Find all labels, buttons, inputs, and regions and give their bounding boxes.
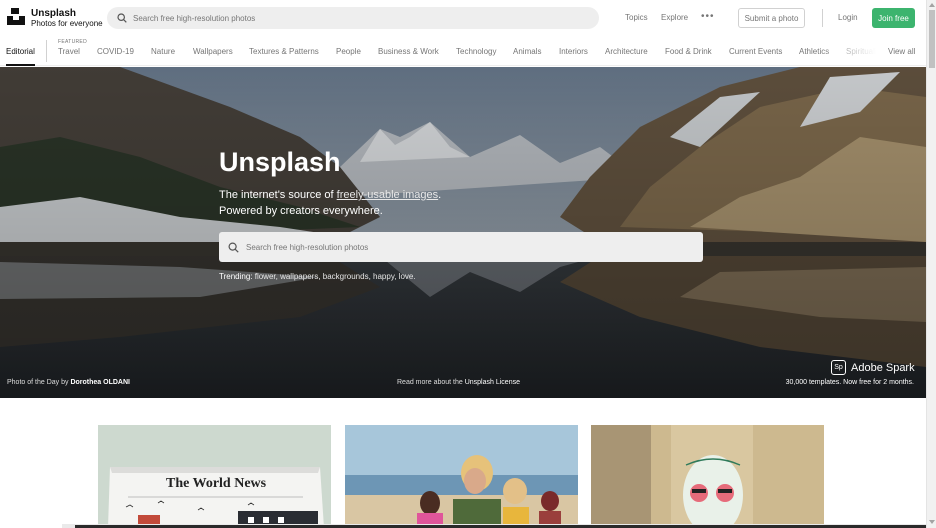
brand[interactable]: Unsplash Photos for everyone — [31, 8, 103, 29]
tab-interiors[interactable]: Interiors — [559, 47, 588, 56]
hero-title: Unsplash — [219, 147, 341, 177]
trending-searches: Trending: flower, wallpapers, background… — [219, 272, 416, 281]
newspaper-headline: The World News — [166, 476, 267, 491]
scroll-down-arrow-icon[interactable] — [929, 520, 935, 524]
tab-people[interactable]: People — [336, 47, 361, 56]
vertical-scrollbar[interactable] — [926, 0, 936, 528]
tab-textures-patterns[interactable]: Textures & Patterns — [249, 47, 319, 56]
active-tab-indicator — [6, 64, 35, 66]
adobe-spark-ad[interactable]: Sp Adobe Spark — [831, 360, 915, 375]
tab-travel[interactable]: Travel — [58, 47, 80, 56]
tab-business-work[interactable]: Business & Work — [378, 47, 439, 56]
hero-search-bar[interactable] — [219, 232, 703, 262]
license-notice: Read more about the Unsplash License — [397, 379, 520, 386]
unsplash-license-link[interactable]: Unsplash License — [465, 379, 520, 386]
search-icon — [117, 13, 127, 23]
submit-photo-button[interactable]: Submit a photo — [738, 8, 805, 28]
scroll-thumb[interactable] — [929, 10, 935, 68]
login-link[interactable]: Login — [838, 13, 858, 22]
photo-card-people[interactable] — [345, 425, 578, 528]
tab-food-drink[interactable]: Food & Drink — [665, 47, 712, 56]
header-search-input[interactable] — [133, 13, 533, 23]
bottom-bar — [0, 524, 926, 528]
join-free-button[interactable]: Join free — [872, 8, 915, 28]
brand-name: Unsplash — [31, 8, 77, 19]
nav-topics[interactable]: Topics — [625, 13, 648, 22]
hero-subtitle-line2: Powered by creators everywhere. — [219, 205, 383, 217]
hero-banner: Unsplash The internet's source of freely… — [0, 67, 926, 398]
tab-wallpapers[interactable]: Wallpapers — [193, 47, 233, 56]
tab-separator — [46, 40, 47, 62]
nav-explore[interactable]: Explore — [661, 13, 688, 22]
scroll-up-arrow-icon[interactable] — [929, 3, 935, 7]
header-search-bar[interactable] — [107, 7, 599, 29]
credit-by: by — [61, 379, 69, 386]
category-tabs: Editorial FEATURED Travel COVID-19 Natur… — [0, 36, 926, 66]
people-photo — [345, 425, 578, 528]
tab-editorial[interactable]: Editorial — [6, 47, 35, 56]
tab-covid-19[interactable]: COVID-19 — [97, 47, 134, 56]
hero-search-input[interactable] — [246, 242, 666, 252]
tab-current-events[interactable]: Current Events — [729, 47, 782, 56]
freely-usable-images-link[interactable]: freely-usable images — [337, 189, 439, 201]
hero-subtitle-period: . — [438, 189, 442, 201]
photo-card-newspaper[interactable]: The World News — [98, 425, 331, 528]
trending-label: Trending: — [219, 272, 253, 281]
license-text: Read more about the — [397, 379, 463, 386]
tab-view-all[interactable]: View all — [888, 47, 915, 56]
trending-period: . — [413, 272, 416, 281]
sticker-photo — [591, 425, 824, 528]
hero-subtitle: The internet's source of freely-usable i… — [219, 187, 441, 219]
tab-athletics[interactable]: Athletics — [799, 47, 829, 56]
search-icon — [228, 241, 239, 253]
featured-label: FEATURED — [58, 39, 87, 45]
tab-technology[interactable]: Technology — [456, 47, 496, 56]
sponsor-text[interactable]: 30,000 templates. Now free for 2 months. — [786, 379, 914, 386]
photo-credit: Photo of the Day by Dorothea OLDANI — [7, 379, 130, 386]
photo-of-day-link[interactable]: Photo of the Day — [7, 379, 59, 386]
photographer-link[interactable]: Dorothea OLDANI — [70, 379, 130, 386]
tab-spirituality[interactable]: Spirituality — [846, 47, 883, 56]
trending-links[interactable]: flower, wallpapers, backgrounds, happy, … — [255, 272, 414, 281]
tab-nature[interactable]: Nature — [151, 47, 175, 56]
hero-subtitle-text: The internet's source of — [219, 189, 337, 201]
tab-architecture[interactable]: Architecture — [605, 47, 648, 56]
header-divider — [822, 9, 823, 27]
tab-animals[interactable]: Animals — [513, 47, 541, 56]
adobe-spark-icon: Sp — [831, 360, 846, 375]
more-dots-icon[interactable]: ••• — [701, 12, 715, 22]
brand-tagline: Photos for everyone — [31, 19, 103, 28]
photo-card-sticker[interactable] — [591, 425, 824, 528]
adobe-spark-name: Adobe Spark — [851, 361, 915, 374]
top-header: Unsplash Photos for everyone Topics Expl… — [0, 0, 926, 36]
unsplash-logo-icon[interactable] — [7, 8, 25, 26]
